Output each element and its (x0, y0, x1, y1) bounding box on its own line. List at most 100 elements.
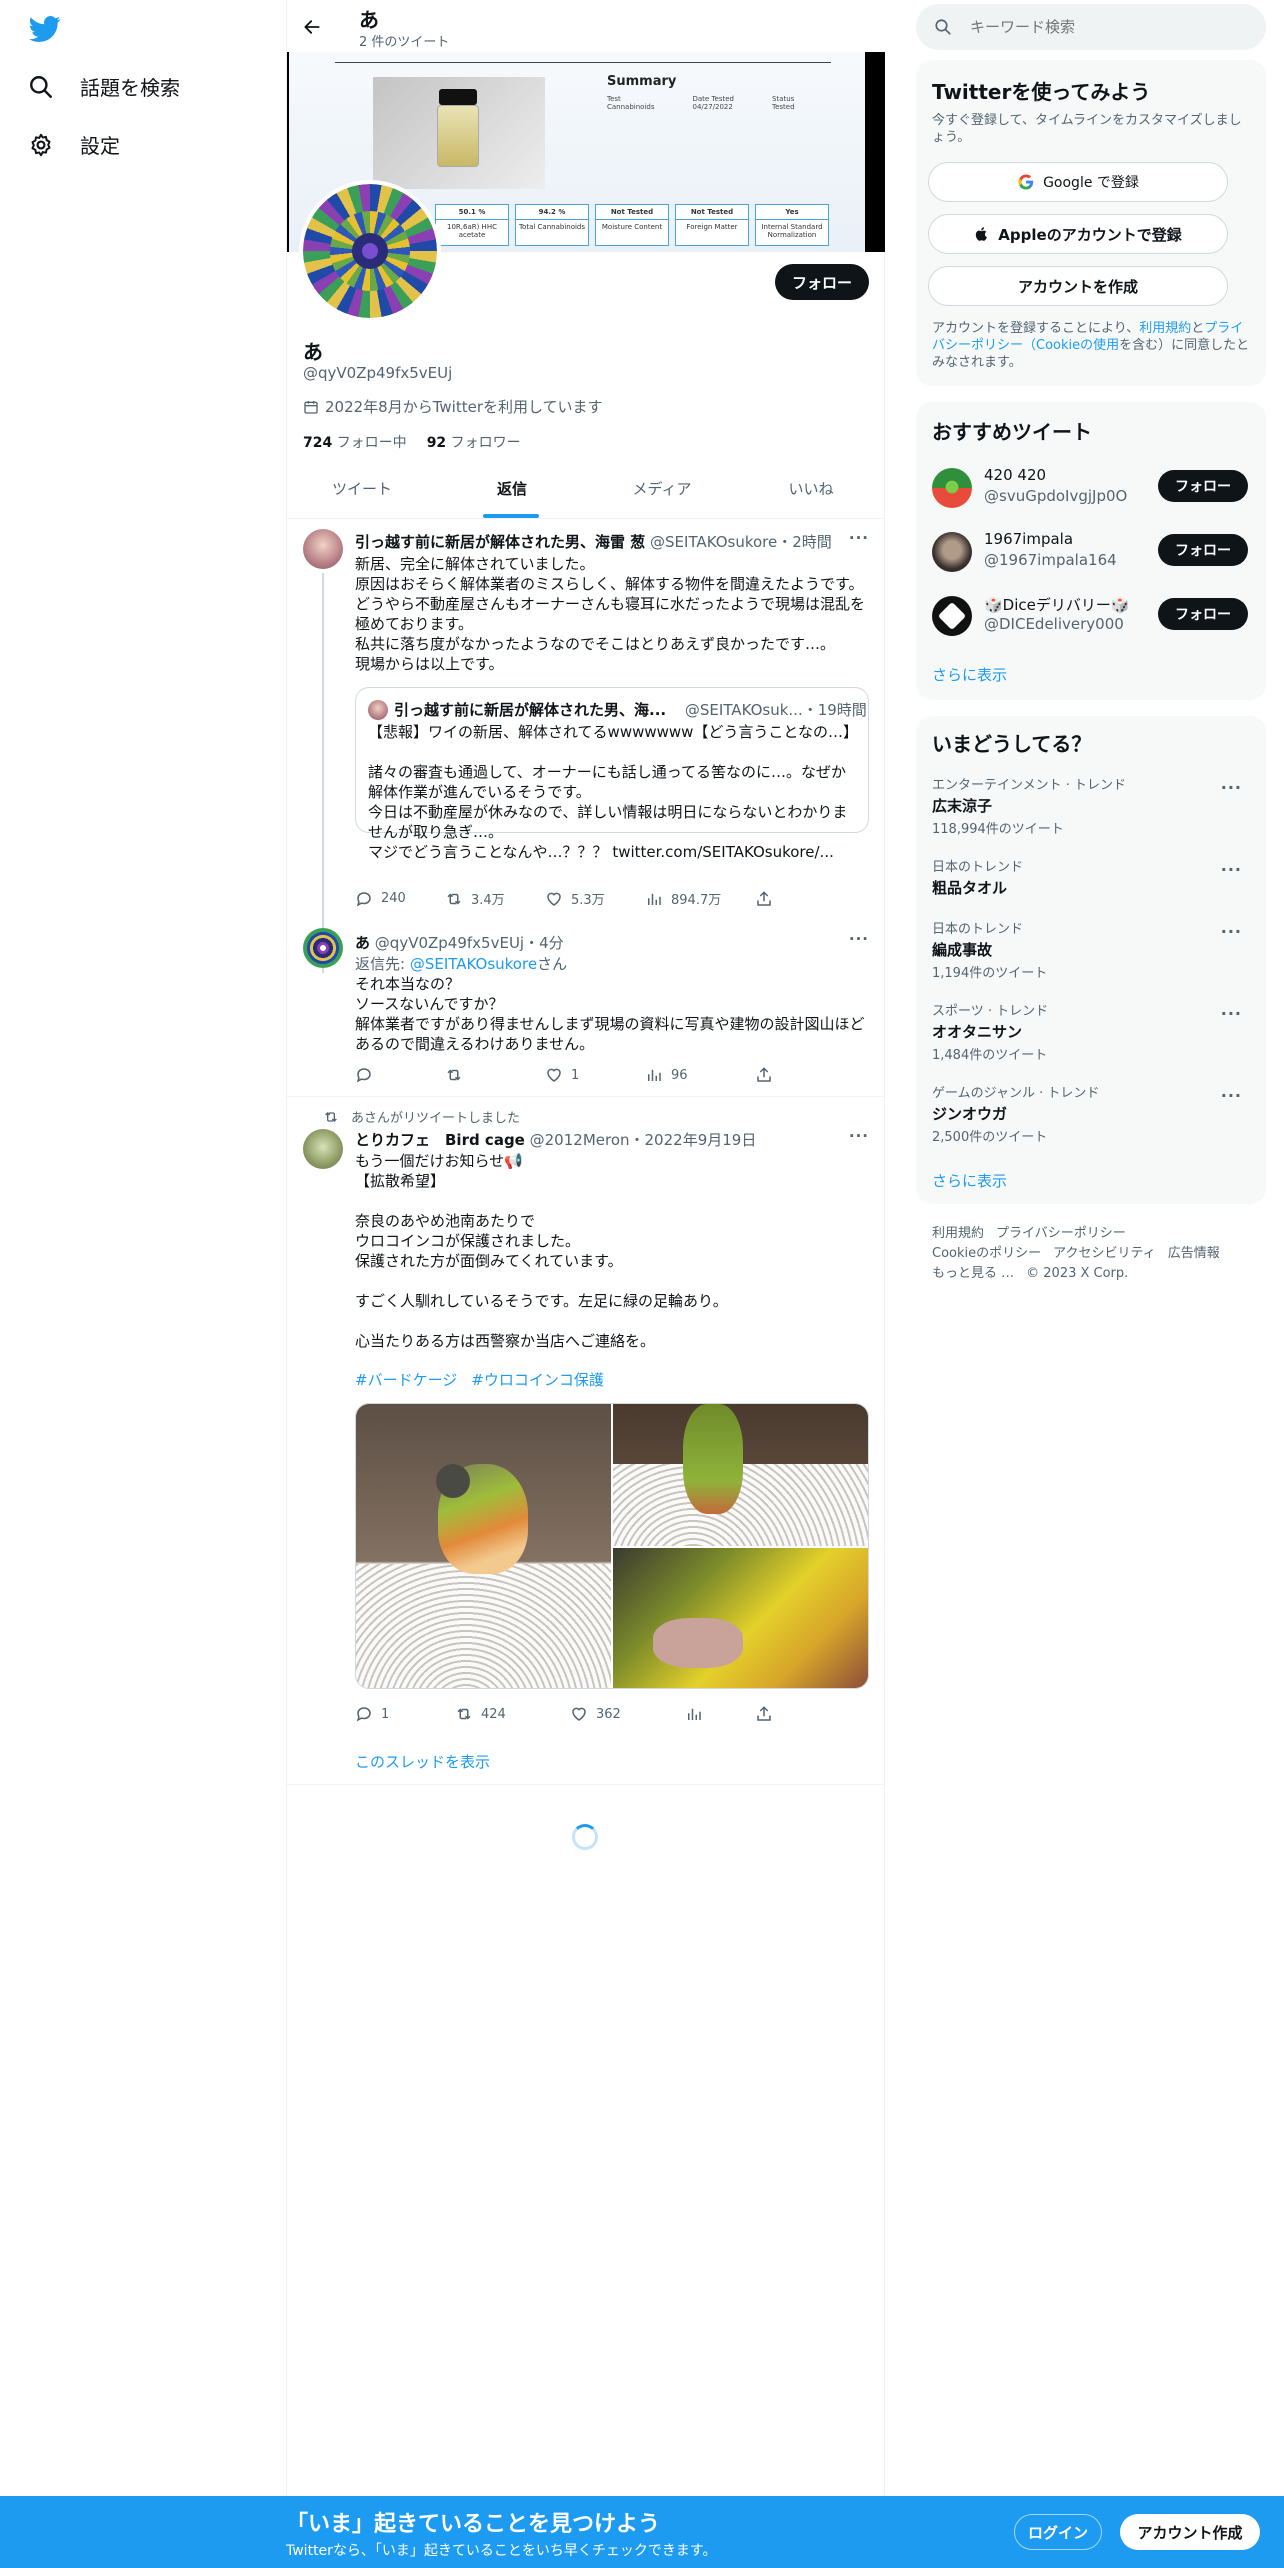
tweet-author[interactable]: あ (355, 934, 370, 952)
profile-avatar[interactable] (299, 180, 441, 322)
like-button[interactable]: 1 (545, 1066, 645, 1084)
quote-time: ・19時間 (802, 701, 867, 719)
more-icon[interactable]: ··· (1221, 1086, 1242, 1105)
search-box[interactable] (916, 4, 1266, 50)
like-button[interactable]: 362 (570, 1705, 685, 1723)
google-signup-button[interactable]: Google で登録 (928, 162, 1228, 202)
more-icon[interactable]: ··· (849, 930, 869, 948)
more-icon[interactable]: ··· (1221, 860, 1242, 879)
media-photo-1[interactable] (356, 1404, 611, 1688)
footer-more[interactable]: もっと見る … (932, 1264, 1014, 1284)
recommend-user-name: 420 420 (984, 466, 1047, 484)
recommend-user[interactable]: 1967impala @1967impala164 フォロー (916, 526, 1266, 586)
reply-button[interactable] (355, 1066, 445, 1084)
tweet-handle[interactable]: @qyV0Zp49fx5vEUj (375, 934, 524, 952)
trend-item[interactable]: ゲームのジャンル · トレンド ジンオウガ 2,500件のツイート ··· (932, 1082, 1252, 1145)
retweet-button[interactable]: 424 (455, 1705, 570, 1723)
reply-button[interactable]: 240 (355, 889, 445, 908)
trend-item[interactable]: 日本のトレンド 粗品タオル ··· (932, 856, 1252, 900)
views-button[interactable]: 894.7万 (645, 889, 755, 908)
trend-item[interactable]: エンターテインメント · トレンド 広末涼子 118,994件のツイート ··· (932, 774, 1252, 837)
tweet-handle[interactable]: @2012Meron (530, 1131, 630, 1149)
nav-settings[interactable]: 設定 (28, 130, 120, 159)
recommend-user[interactable]: 420 420 @svuGpdoIvgjJp0O フォロー (916, 462, 1266, 522)
trend-item[interactable]: 日本のトレンド 編成事故 1,194件のツイート ··· (932, 918, 1252, 981)
tweet-author[interactable]: とりカフェ Bird cage (355, 1131, 525, 1149)
following-link[interactable]: 724 フォロー中 (303, 432, 407, 452)
tweet-retweet[interactable]: あさんがリツイートしました とりカフェ Bird cage @2012Meron… (287, 1097, 885, 1785)
show-thread-link[interactable]: このスレッドを表示 (355, 1751, 490, 1772)
trends-show-more[interactable]: さらに表示 (932, 1170, 1007, 1191)
more-icon[interactable]: ··· (1221, 778, 1242, 797)
media-photo-2[interactable] (613, 1404, 868, 1546)
signup-terms: アカウントを登録することにより、利用規約とプライバシーポリシー（Cookieの使… (932, 320, 1252, 371)
back-arrow-icon[interactable] (297, 12, 327, 42)
avatar[interactable] (303, 928, 343, 968)
bottom-signup-button[interactable]: アカウント作成 (1120, 2514, 1260, 2550)
quote-handle: @SEITAKOsuk... (684, 701, 803, 719)
tweet-time[interactable]: ・4分 (524, 934, 564, 952)
search-icon (934, 18, 952, 36)
retweet-button[interactable]: 3.4万 (445, 889, 545, 908)
twitter-logo-icon[interactable] (28, 14, 62, 44)
share-button[interactable] (755, 1705, 773, 1723)
tweet-time[interactable]: ・2時間 (777, 533, 832, 551)
tweet-time[interactable]: ・2022年9月19日 (630, 1131, 757, 1149)
footer-privacy[interactable]: プライバシーポリシー (996, 1224, 1126, 1244)
footer-terms[interactable]: 利用規約 (932, 1224, 984, 1244)
footer-accessibility[interactable]: アクセシビリティ (1053, 1244, 1156, 1264)
share-button[interactable] (755, 1066, 773, 1084)
recommend-show-more[interactable]: さらに表示 (932, 664, 1007, 685)
footer-ads[interactable]: 広告情報 (1168, 1244, 1220, 1264)
search-input[interactable] (970, 18, 1230, 36)
footer-cookie[interactable]: Cookieのポリシー (932, 1244, 1041, 1264)
summary-title: Summary (607, 74, 677, 89)
views-button[interactable] (685, 1705, 755, 1723)
gear-icon (28, 132, 54, 158)
follow-button[interactable]: フォロー (775, 264, 869, 300)
retweet-icon (323, 1109, 339, 1125)
follow-button[interactable]: フォロー (1158, 470, 1248, 502)
media-photo-3[interactable] (613, 1548, 868, 1688)
tweet-handle[interactable]: @SEITAKOsukore (650, 533, 777, 551)
more-icon[interactable]: ··· (1221, 922, 1242, 941)
terms-link[interactable]: 利用規約 (1139, 321, 1191, 336)
header-title: あ (359, 8, 379, 32)
views-button[interactable]: 96 (645, 1066, 755, 1084)
like-button[interactable]: 5.3万 (545, 889, 645, 908)
tweet-original[interactable]: 引っ越す前に新居が解体された男、海雷 葱 @SEITAKOsukore・2時間 … (287, 519, 885, 973)
trend-item[interactable]: スポーツ · トレンド オオタニサン 1,484件のツイート ··· (932, 1000, 1252, 1063)
follow-button[interactable]: フォロー (1158, 534, 1248, 566)
login-button[interactable]: ログイン (1014, 2514, 1102, 2550)
tweet-reply[interactable]: あ @qyV0Zp49fx5vEUj・4分 ··· 返信先: @SEITAKOs… (287, 918, 885, 1098)
tweet-author[interactable]: 引っ越す前に新居が解体された男、海雷 葱 (355, 533, 645, 551)
retweet-button[interactable] (445, 1066, 545, 1084)
more-icon[interactable]: ··· (1221, 1004, 1242, 1023)
recommend-user-name: 🎲Diceデリバリー🎲 (984, 596, 1130, 614)
hashtag[interactable]: #ウロコインコ保護 (471, 1369, 604, 1390)
nav-explore[interactable]: 話題を検索 (28, 72, 180, 101)
avatar[interactable] (303, 529, 343, 569)
tab-media[interactable]: メディア (587, 458, 737, 518)
trend-category: ゲームのジャンル · トレンド (932, 1086, 1100, 1101)
hashtag[interactable]: #バードケージ (355, 1369, 457, 1390)
apple-signup-button[interactable]: Appleのアカウントで登録 (928, 214, 1228, 254)
reply-to-handle[interactable]: @SEITAKOsukore (410, 955, 537, 973)
quote-tweet[interactable]: 引っ越す前に新居が解体された男、海... @SEITAKOsuk...・19時間… (355, 687, 869, 861)
create-account-button[interactable]: アカウントを作成 (928, 266, 1228, 306)
avatar[interactable] (303, 1129, 343, 1169)
trend-name: 広末涼子 (932, 797, 993, 815)
more-icon[interactable]: ··· (849, 529, 869, 547)
reply-button[interactable]: 1 (355, 1705, 455, 1723)
tab-likes[interactable]: いいね (737, 458, 885, 518)
google-signup-label: Google で登録 (1043, 175, 1139, 191)
recommend-user[interactable]: 🎲Diceデリバリー🎲 @DICEdelivery000 フォロー (916, 590, 1266, 650)
follow-button[interactable]: フォロー (1158, 598, 1248, 630)
tab-tweets[interactable]: ツイート (287, 458, 437, 518)
share-button[interactable] (755, 889, 773, 908)
followers-count: 92 (426, 435, 447, 451)
tab-replies[interactable]: 返信 (437, 458, 587, 518)
more-icon[interactable]: ··· (849, 1127, 869, 1145)
media-grid[interactable] (355, 1403, 869, 1689)
followers-link[interactable]: 92 フォロワー (427, 432, 521, 452)
